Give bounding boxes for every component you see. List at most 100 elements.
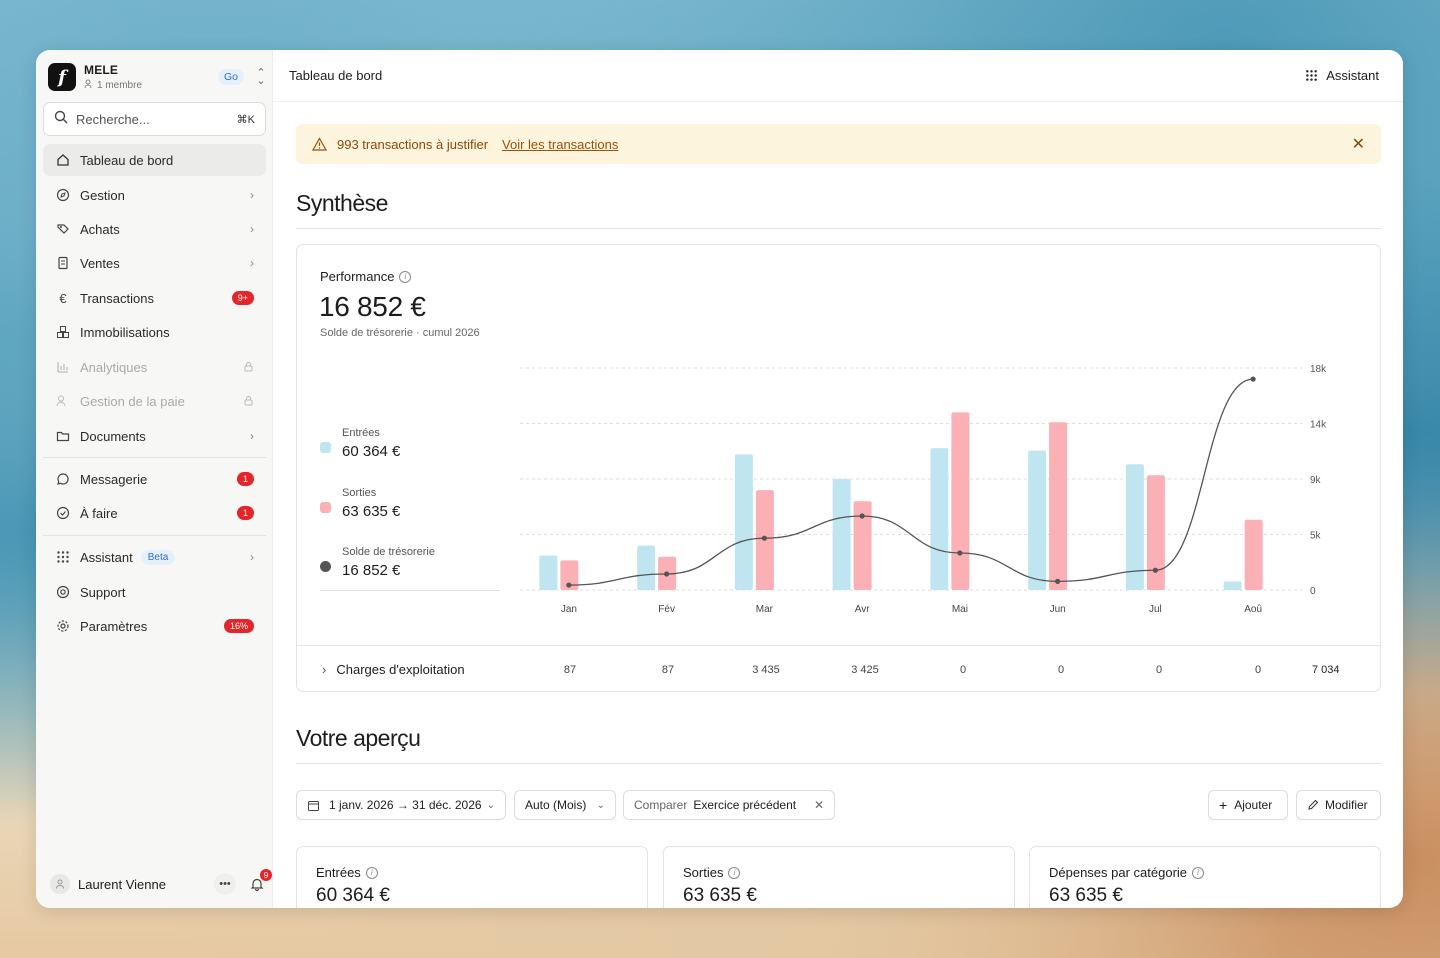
legend-divider bbox=[320, 590, 500, 591]
section-divider bbox=[296, 763, 1381, 764]
chevron-up-down-icon[interactable]: ⌃ ⌄ bbox=[256, 68, 266, 87]
search-icon bbox=[54, 110, 68, 129]
legend-sorties: Sorties 63 635 € bbox=[320, 487, 500, 520]
notifications-badge: 9 bbox=[260, 869, 272, 881]
notifications-button[interactable]: 9 bbox=[248, 869, 272, 893]
sidebar-item-dashboard[interactable]: Tableau de bord bbox=[43, 144, 266, 176]
charges-cell: 3 435 bbox=[752, 663, 780, 676]
performance-subtitle: Solde de trésorerie · cumul 2026 bbox=[320, 327, 480, 339]
edit-button[interactable]: Modifier bbox=[1296, 790, 1381, 820]
compare-select[interactable]: Comparer Exercice précédent ✕ bbox=[623, 790, 835, 820]
performance-value: 16 852 € bbox=[319, 291, 426, 322]
kpi-card-sorties[interactable]: Sorties i 63 635 € bbox=[663, 846, 1015, 908]
invoice-icon bbox=[55, 255, 71, 271]
search-shortcut: ⌘K bbox=[236, 113, 255, 126]
info-icon[interactable]: i bbox=[365, 866, 378, 879]
bar-entrees bbox=[637, 545, 656, 590]
chevron-right-icon[interactable]: › bbox=[322, 662, 326, 677]
workspace-members: 1 membre bbox=[97, 79, 143, 91]
y-tick-label: 5k bbox=[1310, 531, 1322, 542]
info-icon[interactable]: i bbox=[728, 866, 741, 879]
euro-icon: € bbox=[59, 290, 67, 306]
apercu-heading: Votre aperçu bbox=[296, 725, 421, 751]
search-input[interactable]: Recherche... ⌘K bbox=[43, 102, 266, 136]
date-range-select[interactable]: 1 janv. 2026 → 31 déc. 2026 ⌄ bbox=[296, 790, 506, 820]
chevron-down-icon: ⌄ bbox=[596, 799, 605, 811]
y-tick-label: 18k bbox=[1310, 364, 1327, 375]
sidebar-item-a-faire[interactable]: À faire 1 bbox=[43, 497, 266, 529]
performance-chart: 0 5k 9k 14k 18k Jan Fév Mar Avr Mai Jun Jul Aoû bbox=[520, 364, 1327, 615]
chat-bubble-icon bbox=[55, 471, 71, 487]
assistant-button[interactable]: Assistant bbox=[1305, 68, 1379, 83]
avatar bbox=[50, 874, 70, 894]
synthese-heading: Synthèse bbox=[296, 190, 388, 216]
x-tick-label: Jun bbox=[1050, 604, 1066, 615]
sidebar-item-achats[interactable]: Achats › bbox=[43, 213, 266, 245]
legend-swatch bbox=[320, 442, 331, 453]
sidebar-item-analytiques[interactable]: Analytiques bbox=[43, 351, 266, 383]
beta-badge: Beta bbox=[140, 549, 176, 565]
charges-cell: 0 bbox=[1155, 663, 1163, 676]
info-icon[interactable]: i bbox=[1192, 866, 1205, 879]
granularity-select[interactable]: Auto (Mois) ⌄ bbox=[514, 790, 616, 820]
chevron-right-icon: › bbox=[250, 429, 254, 443]
gear-icon bbox=[55, 618, 71, 634]
charges-cell: 0 bbox=[1254, 663, 1262, 676]
performance-card: Performance i 16 852 € Solde de trésorer… bbox=[296, 244, 1381, 692]
solde-point bbox=[664, 571, 670, 577]
calendar-icon bbox=[308, 800, 319, 811]
info-icon[interactable]: i bbox=[399, 270, 412, 283]
close-icon[interactable]: ✕ bbox=[814, 798, 824, 812]
bar-entrees bbox=[832, 479, 851, 590]
charges-row[interactable]: › Charges d'exploitation 87 87 3 435 3 4… bbox=[297, 645, 1380, 693]
bar-entrees bbox=[734, 454, 753, 590]
alert-message: 993 transactions à justifier bbox=[337, 136, 489, 152]
sidebar-item-paie[interactable]: Gestion de la paie bbox=[43, 385, 266, 417]
section-divider bbox=[296, 228, 1381, 229]
solde-point bbox=[566, 582, 572, 588]
bar-sorties bbox=[951, 412, 970, 590]
workspace-name: MELE bbox=[84, 62, 119, 77]
solde-point bbox=[1250, 376, 1256, 382]
pencil-icon bbox=[1308, 799, 1319, 810]
workspace-switcher[interactable]: f MELE 1 membre Go ⌃ ⌄ bbox=[48, 61, 266, 93]
grid-dots-icon bbox=[55, 549, 71, 565]
sidebar-item-gestion[interactable]: Gestion › bbox=[43, 179, 266, 211]
transactions-alert: 993 transactions à justifier Voir les tr… bbox=[296, 124, 1381, 164]
more-options-button[interactable]: ••• bbox=[214, 873, 236, 895]
close-icon[interactable]: ✕ bbox=[1352, 134, 1365, 154]
x-tick-label: Aoû bbox=[1244, 604, 1262, 615]
sidebar-item-documents[interactable]: Documents › bbox=[43, 420, 266, 452]
kpi-card-entrees[interactable]: Entrées i 60 364 € bbox=[296, 846, 648, 908]
search-placeholder: Recherche... bbox=[76, 111, 150, 127]
user-menu[interactable]: Laurent Vienne ••• 9 bbox=[50, 869, 272, 896]
performance-label: Performance bbox=[320, 269, 395, 284]
home-icon bbox=[55, 152, 71, 168]
sidebar-item-transactions[interactable]: € Transactions 9+ bbox=[43, 282, 266, 314]
users-icon bbox=[55, 393, 71, 409]
bar-sorties bbox=[1049, 422, 1068, 590]
sidebar-item-ventes[interactable]: Ventes › bbox=[43, 247, 266, 279]
sidebar-item-parametres[interactable]: Paramètres 16% bbox=[43, 610, 266, 642]
members-icon bbox=[84, 79, 94, 92]
legend-solde: Solde de trésorerie 16 852 € bbox=[320, 546, 500, 579]
charges-label: Charges d'exploitation bbox=[336, 662, 465, 677]
kpi-value: 63 635 € bbox=[683, 885, 757, 906]
chevron-right-icon: › bbox=[250, 256, 254, 270]
sidebar-item-messagerie[interactable]: Messagerie 1 bbox=[43, 463, 266, 495]
sidebar-item-support[interactable]: Support bbox=[43, 576, 266, 608]
kpi-card-depenses[interactable]: Dépenses par catégorie i 63 635 € bbox=[1029, 846, 1381, 908]
transactions-badge: 9+ bbox=[231, 291, 254, 305]
x-tick-label: Fév bbox=[658, 604, 675, 615]
sidebar-item-assistant[interactable]: Assistant Beta › bbox=[43, 541, 266, 573]
solde-point bbox=[1152, 567, 1158, 573]
bar-entrees bbox=[930, 448, 949, 590]
sidebar-item-immobilisations[interactable]: Immobilisations bbox=[43, 316, 266, 348]
plan-badge: Go bbox=[217, 69, 244, 85]
add-button[interactable]: + Ajouter bbox=[1208, 790, 1288, 820]
shopping-tag-icon bbox=[55, 221, 71, 237]
view-transactions-link[interactable]: Voir les transactions bbox=[502, 137, 618, 152]
bar-sorties bbox=[1244, 519, 1263, 590]
warning-icon bbox=[312, 137, 327, 151]
solde-point bbox=[761, 535, 767, 541]
